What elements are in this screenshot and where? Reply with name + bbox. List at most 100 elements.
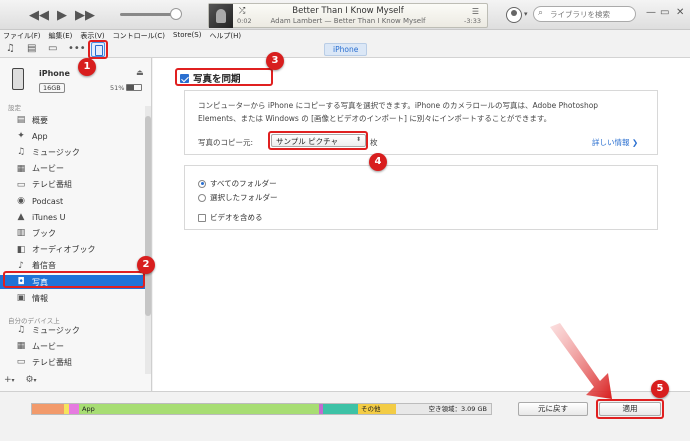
music-icon: ♫ bbox=[16, 147, 26, 158]
pointer-arrow bbox=[550, 323, 612, 399]
search-box[interactable]: ⌕ bbox=[533, 6, 636, 22]
capacity-seg-free: 空き領域：3.09 GB bbox=[396, 404, 491, 414]
sidebar-item-0[interactable]: ▤ 概要 bbox=[0, 113, 145, 127]
radio-selected-folders-label: 選択したフォルダー bbox=[210, 193, 278, 202]
include-video-checkbox[interactable]: ビデオを含める bbox=[198, 212, 263, 223]
battery-percent: 51% bbox=[110, 84, 125, 92]
callout-1: 1 bbox=[78, 58, 96, 76]
podcast-icon: ◉ bbox=[17, 196, 25, 206]
chevron-down-icon[interactable]: ▾ bbox=[34, 377, 37, 384]
sidebar-item-label: Podcast bbox=[32, 196, 64, 206]
tv-icon[interactable]: ▭ bbox=[48, 43, 57, 54]
sidebar-item-7[interactable]: ▥ ブック bbox=[0, 226, 145, 240]
checkbox-unchecked-icon[interactable] bbox=[198, 213, 206, 222]
device-item-2[interactable]: ▭ テレビ番組 bbox=[0, 355, 145, 369]
sidebar-item-label: ブック bbox=[32, 228, 56, 238]
maximize-icon[interactable]: ▭ bbox=[660, 7, 669, 18]
volume-slider[interactable] bbox=[120, 8, 182, 20]
itunes-u-icon: ▲ bbox=[17, 212, 25, 223]
movie-icon[interactable]: ▤ bbox=[27, 43, 36, 54]
account-icon[interactable] bbox=[506, 7, 522, 23]
device-item-label: ムービー bbox=[32, 341, 64, 351]
sidebar: iPhone ⏏ 16GB 51% 設定 ▤ 概要 ✦ App ♫ ミュージック ▦ ムービー… bbox=[0, 58, 152, 391]
music-icon[interactable]: ♫ bbox=[6, 43, 15, 54]
photo-count-suffix: 枚 bbox=[370, 138, 378, 147]
device-item-1[interactable]: ▦ ムービー bbox=[0, 339, 145, 353]
menu-edit[interactable]: 編集(E) bbox=[49, 30, 73, 41]
track-title: Better Than I Know Myself bbox=[292, 6, 404, 16]
minimize-icon[interactable]: — bbox=[646, 7, 656, 18]
sidebar-item-11[interactable]: ▣ 情報 bbox=[0, 291, 145, 305]
audiobook-icon: ◧ bbox=[16, 244, 26, 255]
rewind-icon[interactable]: ◀◀ bbox=[29, 6, 49, 24]
radio-all-folders-label: すべてのフォルダー bbox=[210, 179, 277, 188]
close-icon[interactable]: ✕ bbox=[676, 7, 684, 18]
sidebar-item-5[interactable]: ◉ Podcast bbox=[0, 194, 145, 208]
free-space-label: 空き領域：3.09 GB bbox=[428, 405, 487, 413]
time-remaining: -3:33 bbox=[464, 17, 481, 25]
sidebar-item-2[interactable]: ♫ ミュージック bbox=[0, 145, 145, 159]
sidebar-scrollbar[interactable] bbox=[145, 106, 151, 374]
highlight-photos-item bbox=[3, 271, 145, 288]
more-icon[interactable]: ••• bbox=[68, 43, 86, 54]
menu-store[interactable]: Store(S) bbox=[173, 30, 201, 41]
radio-all-folders[interactable]: すべてのフォルダー bbox=[198, 178, 277, 189]
sidebar-item-label: テレビ番組 bbox=[32, 180, 72, 190]
callout-2: 2 bbox=[137, 256, 155, 274]
fast-forward-icon[interactable]: ▶▶ bbox=[75, 6, 95, 24]
capacity-seg-audio bbox=[32, 404, 64, 414]
highlight-device-button bbox=[88, 40, 108, 59]
add-icon[interactable]: + bbox=[4, 375, 12, 385]
info-icon: ▣ bbox=[16, 293, 26, 304]
up-next-icon[interactable]: ☰ bbox=[472, 7, 479, 16]
scrollbar-thumb[interactable] bbox=[145, 116, 151, 316]
sidebar-bottom-tools: +▾ ⚙▾ bbox=[4, 375, 37, 385]
device-capacity: 16GB bbox=[39, 83, 65, 93]
gear-icon[interactable]: ⚙ bbox=[25, 375, 33, 385]
volume-knob[interactable] bbox=[170, 8, 182, 20]
sidebar-item-label: iTunes U bbox=[32, 212, 66, 222]
iphone-icon bbox=[12, 68, 24, 90]
sidebar-item-8[interactable]: ◧ オーディオブック bbox=[0, 243, 145, 257]
time-elapsed: 0:02 bbox=[237, 17, 252, 25]
bell-icon: ♪ bbox=[18, 260, 24, 271]
radio-selected-folders[interactable]: 選択したフォルダー bbox=[198, 192, 278, 203]
play-icon[interactable]: ▶ bbox=[53, 6, 71, 24]
book-icon: ▥ bbox=[16, 228, 26, 239]
sidebar-item-3[interactable]: ▦ ムービー bbox=[0, 162, 145, 176]
sidebar-item-6[interactable]: ▲ iTunes U bbox=[0, 210, 145, 224]
capacity-seg-app: App bbox=[79, 404, 319, 414]
sync-description: コンピューターから iPhone にコピーする写真を選択できます。iPhone … bbox=[198, 101, 599, 123]
copy-from-label: 写真のコピー元: bbox=[198, 138, 254, 147]
learn-more-link[interactable]: 詳しい情報 ❯ bbox=[592, 137, 638, 148]
movie-icon: ▦ bbox=[16, 163, 26, 174]
eject-icon[interactable]: ⏏ bbox=[136, 68, 144, 77]
sidebar-item-label: オーディオブック bbox=[32, 245, 96, 255]
capacity-bar: App その他 空き領域：3.09 GB bbox=[31, 403, 492, 415]
chevron-down-icon[interactable]: ▾ bbox=[12, 377, 15, 384]
sidebar-item-4[interactable]: ▭ テレビ番組 bbox=[0, 178, 145, 192]
device-item-0[interactable]: ♫ ミュージック bbox=[0, 323, 145, 337]
menu-file[interactable]: ファイル(F) bbox=[3, 30, 41, 41]
sidebar-item-label: 着信音 bbox=[32, 261, 56, 271]
radio-unselected-icon[interactable] bbox=[198, 193, 206, 202]
include-video-label: ビデオを含める bbox=[210, 213, 263, 222]
search-input[interactable] bbox=[550, 8, 634, 20]
sidebar-item-label: 情報 bbox=[32, 293, 48, 303]
callout-5: 5 bbox=[651, 380, 669, 398]
music-icon: ♫ bbox=[16, 325, 26, 335]
device-name: iPhone bbox=[39, 69, 70, 78]
menu-controls[interactable]: コントロール(C) bbox=[113, 30, 165, 41]
highlight-sync-checkbox bbox=[175, 68, 273, 86]
device-item-label: ミュージック bbox=[32, 325, 80, 335]
sidebar-item-label: ミュージック bbox=[32, 147, 80, 157]
sidebar-item-label: App bbox=[32, 131, 48, 141]
chevron-down-icon[interactable]: ▾ bbox=[524, 10, 528, 18]
sidebar-item-1[interactable]: ✦ App bbox=[0, 129, 145, 143]
sidebar-item-label: ムービー bbox=[32, 164, 64, 174]
device-tab: iPhone bbox=[324, 43, 368, 56]
radio-selected-icon[interactable] bbox=[198, 179, 206, 188]
menu-help[interactable]: ヘルプ(H) bbox=[209, 30, 241, 41]
revert-button[interactable]: 元に戻す bbox=[518, 402, 588, 416]
title-bar: ◀◀ ▶ ▶▶ ⤮ Better Than I Know Myself Adam… bbox=[0, 0, 690, 30]
